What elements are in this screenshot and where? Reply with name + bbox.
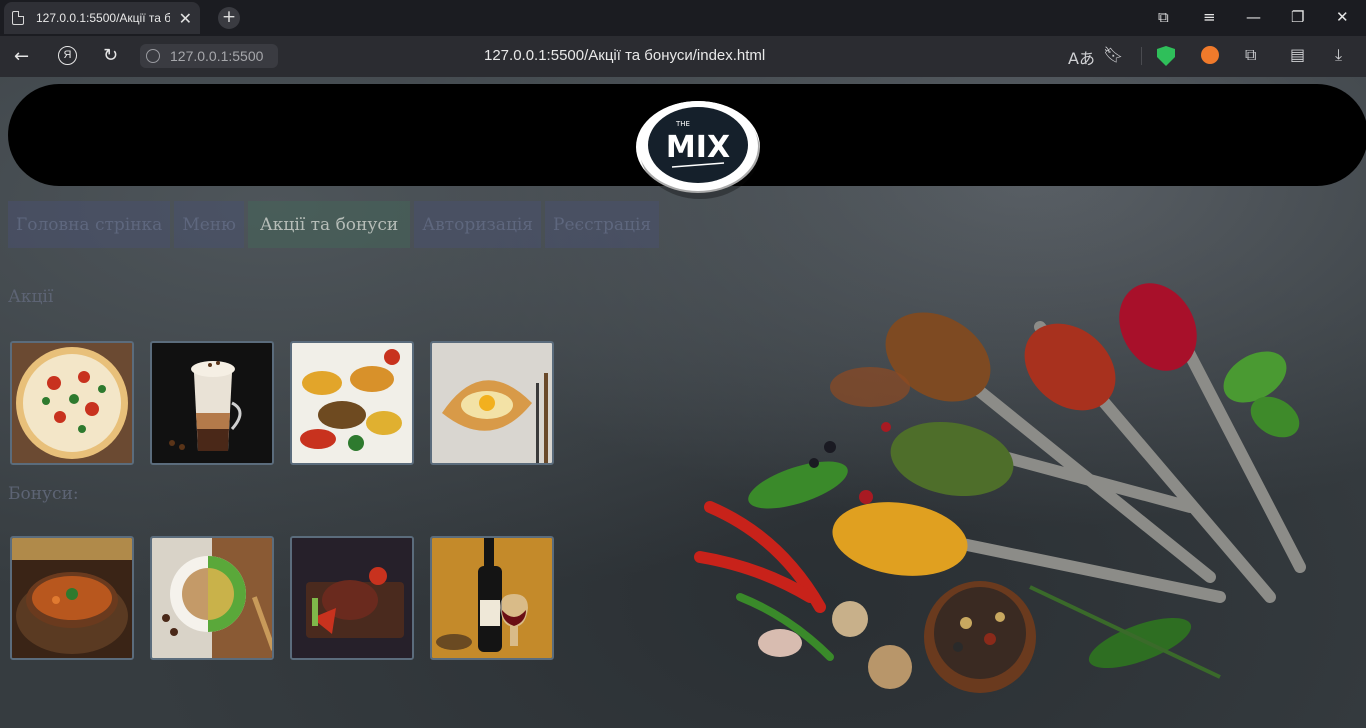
close-window-icon[interactable]: ✕	[1336, 8, 1349, 26]
grilled-vegetables-image[interactable]	[290, 341, 414, 465]
site-info-button[interactable]: 127.0.0.1:5500	[140, 44, 278, 68]
latte-image[interactable]	[150, 341, 274, 465]
spices-illustration	[694, 283, 1306, 693]
tab-close-icon[interactable]: ✕	[179, 9, 192, 28]
tab-title: 127.0.0.1:5500/Акції та б	[36, 11, 170, 25]
host-label: 127.0.0.1:5500	[170, 48, 264, 64]
reload-icon[interactable]: ↻	[103, 45, 118, 66]
nav-home[interactable]: Головна стрінка	[8, 201, 171, 248]
bonuses-title: Бонуси:	[8, 484, 79, 504]
logo-text: MIX	[666, 130, 730, 165]
soup-image[interactable]	[10, 536, 134, 660]
browser-tab[interactable]: 127.0.0.1:5500/Акції та б ✕	[4, 2, 200, 34]
toolbar-divider	[1141, 47, 1142, 65]
extension-icon[interactable]	[1201, 46, 1219, 64]
menu-icon[interactable]: ≡	[1203, 8, 1216, 26]
new-tab-button[interactable]: +	[218, 7, 240, 29]
promotions-title: Акції	[8, 287, 54, 307]
collections-icon[interactable]: ⧉	[1245, 45, 1256, 65]
back-icon[interactable]: ←	[14, 46, 29, 67]
logo-small-text: THE	[675, 120, 690, 128]
page-viewport: THE MIX Головна стрінка Меню Акції та бо…	[0, 77, 1366, 728]
download-icon[interactable]: ⤓	[1335, 45, 1342, 65]
coffee-tea-image[interactable]	[150, 536, 274, 660]
promotions-gallery	[10, 341, 554, 465]
restore-icon[interactable]: ❐	[1291, 8, 1304, 26]
tab-manager-icon[interactable]: ⧉	[1158, 8, 1169, 26]
wine-image[interactable]	[430, 536, 554, 660]
nav-promotions[interactable]: Акції та бонуси	[247, 201, 411, 248]
bookmark-icon[interactable]: 🔖︎	[1103, 45, 1123, 64]
nav-register[interactable]: Реєстрація	[545, 201, 660, 248]
logo-icon[interactable]: THE MIX	[636, 99, 760, 205]
steak-image[interactable]	[290, 536, 414, 660]
page-icon	[12, 11, 24, 25]
khachapuri-image[interactable]	[430, 341, 554, 465]
reader-icon[interactable]: ▤	[1290, 45, 1305, 64]
minimize-icon[interactable]: —	[1246, 8, 1261, 26]
browser-tab-bar: 127.0.0.1:5500/Акції та б ✕ + ⧉ ≡ — ❐ ✕	[0, 0, 1366, 36]
nav-login[interactable]: Авторизація	[414, 201, 542, 248]
pizza-image[interactable]	[10, 341, 134, 465]
bonuses-gallery	[10, 536, 554, 660]
yandex-icon[interactable]: Я	[58, 46, 77, 65]
url-field[interactable]: 127.0.0.1:5500/Акції та бонуси/index.htm…	[484, 47, 765, 64]
globe-icon	[146, 49, 160, 63]
nav-menu[interactable]: Меню	[174, 201, 244, 248]
main-nav: Головна стрінка Меню Акції та бонуси Авт…	[8, 201, 660, 248]
translate-icon[interactable]: Aあ	[1068, 45, 1095, 69]
